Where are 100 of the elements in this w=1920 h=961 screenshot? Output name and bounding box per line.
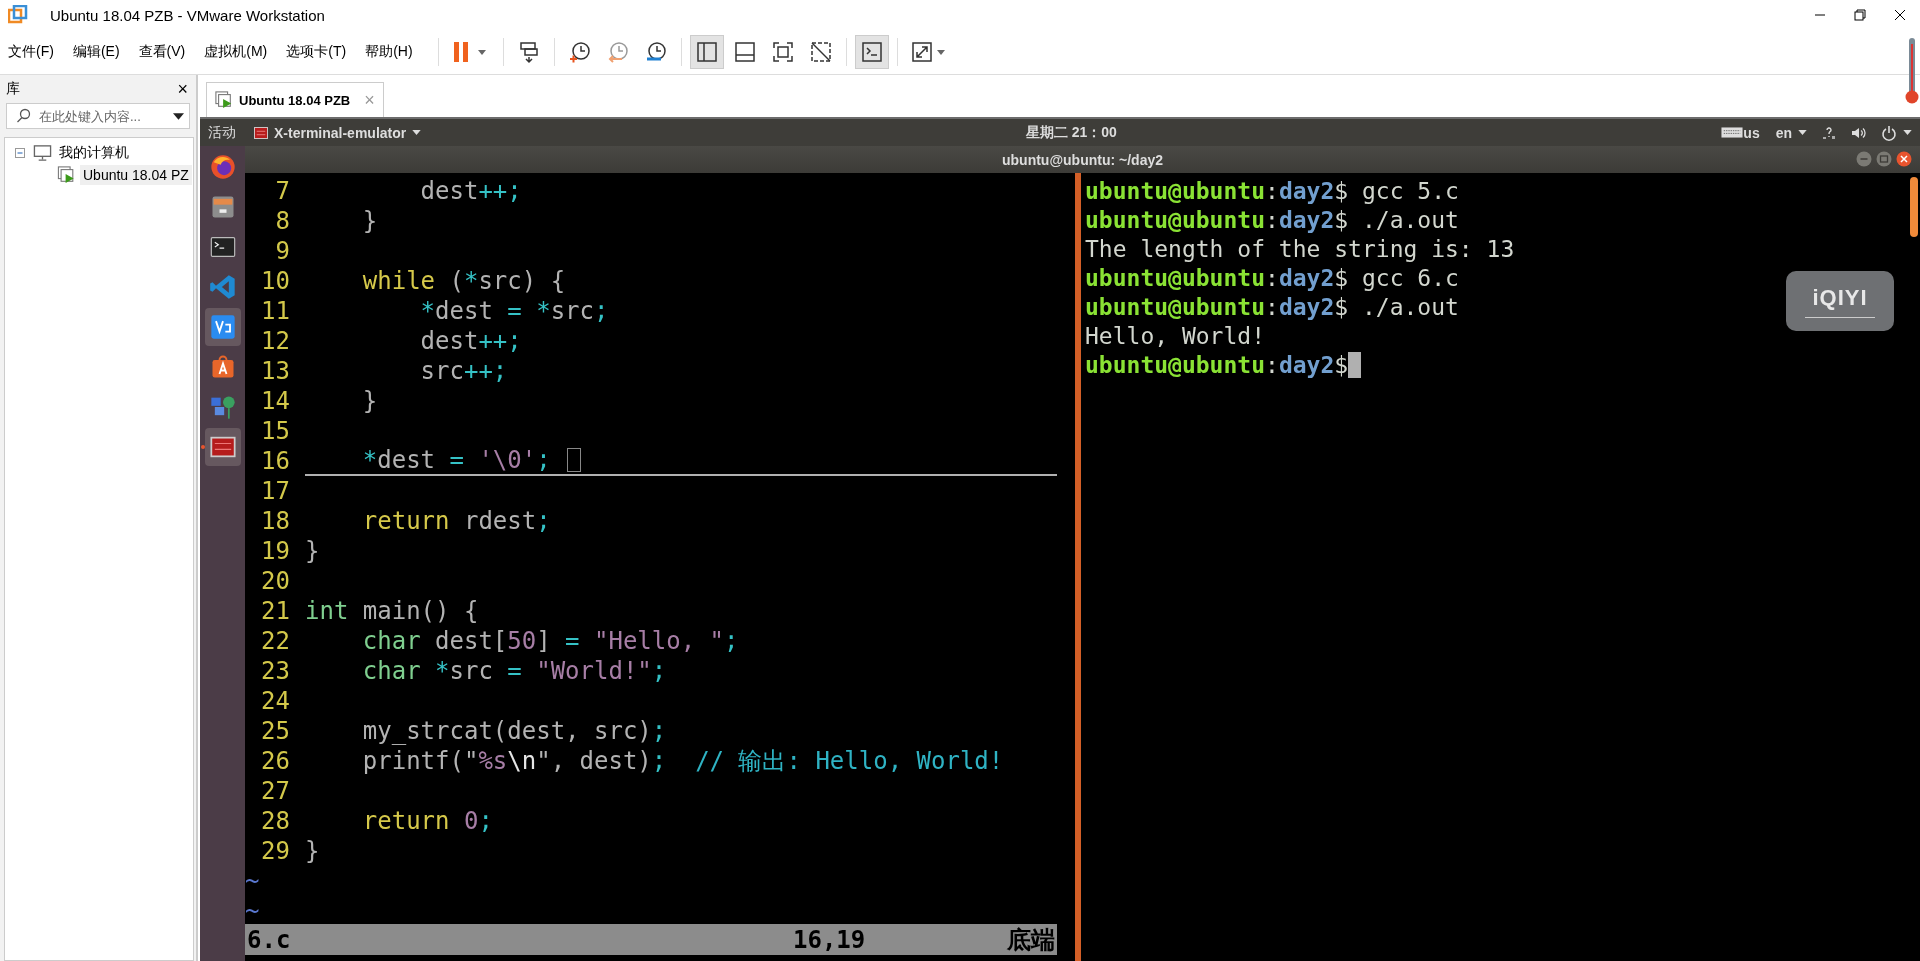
- browser-icon: [208, 153, 237, 181]
- caret-icon: [412, 130, 422, 135]
- power-icon[interactable]: [1881, 124, 1897, 141]
- line-number: 20: [260, 567, 290, 595]
- terminal-line: ubuntu@ubuntu:day2$ gcc 6.c: [1085, 264, 1459, 291]
- line-number: 21: [260, 597, 290, 625]
- collapse-toggle[interactable]: [15, 148, 25, 158]
- keyboard-layout[interactable]: us: [1743, 124, 1760, 141]
- close-button[interactable]: ×: [177, 78, 188, 100]
- line-number: 17: [260, 477, 290, 505]
- line-number: 27: [260, 777, 290, 805]
- scroll-position: 底端: [1007, 924, 1055, 956]
- menu-item[interactable]: 虚拟机(M): [204, 43, 268, 61]
- code-line: char *src = "World!";: [361, 657, 667, 685]
- line-number: 8: [274, 207, 290, 235]
- code-line: }: [305, 537, 320, 565]
- floating-badge[interactable]: iQIYI: [1786, 271, 1894, 331]
- restore-icon[interactable]: [1854, 9, 1866, 21]
- line-number: 26: [260, 747, 290, 775]
- line-number: 28: [260, 807, 290, 835]
- editor-cursor: [566, 448, 581, 472]
- line-number: 18: [260, 507, 290, 535]
- terminal-line: Hello, World!: [1085, 322, 1265, 349]
- line-number: 14: [260, 387, 290, 415]
- tree-item[interactable]: Ubuntu 18.04 PZ: [80, 165, 192, 185]
- line-number: 12: [260, 327, 290, 355]
- line-number: 13: [260, 357, 290, 385]
- terminal-line: ubuntu@ubuntu:day2$ ./a.out: [1085, 206, 1459, 233]
- close-icon[interactable]: [1896, 151, 1912, 167]
- keyboard-icon: [1721, 127, 1744, 138]
- library-title: 库: [6, 80, 20, 98]
- app-menu[interactable]: X-terminal-emulator: [274, 124, 407, 141]
- terminal-icon: [859, 40, 884, 64]
- xterm-launcher[interactable]: [204, 428, 241, 466]
- close-icon[interactable]: [1894, 9, 1906, 21]
- search-field[interactable]: 在此处键入内容...: [6, 103, 190, 129]
- menu-item[interactable]: 编辑(E): [72, 43, 120, 61]
- network-status-icon[interactable]: [1821, 124, 1837, 141]
- minimize-icon[interactable]: [1856, 151, 1872, 167]
- code-line: }: [361, 207, 378, 235]
- library-view-button[interactable]: [689, 35, 724, 69]
- code-line: char dest[50] = "Hello, ";: [361, 627, 739, 655]
- empty-line-marker: ~: [245, 897, 260, 924]
- terminal-line: ubuntu@ubuntu:day2$ gcc 5.c: [1085, 177, 1459, 204]
- vm-icon: [215, 91, 233, 109]
- bottom-panel-icon: [732, 40, 757, 64]
- cursor-position: 16,19: [793, 925, 867, 954]
- gauge-drawing: [1905, 38, 1919, 104]
- code-line: src++;: [419, 357, 508, 385]
- code-line: return rdest;: [361, 507, 551, 535]
- language-menu[interactable]: en: [1775, 124, 1792, 141]
- code-line: dest++;: [419, 177, 522, 205]
- terminal-title: ubuntu@ubuntu: ~/day2: [1002, 151, 1163, 168]
- vm-icon: [57, 166, 76, 184]
- line-number: 24: [260, 687, 290, 715]
- code-line: printf("%s\n", dest); // 输出: Hello, World!: [361, 746, 1004, 777]
- code-line: }: [361, 387, 378, 415]
- tab-label: Ubuntu 18.04 PZB: [239, 92, 351, 108]
- line-number: 29: [260, 837, 290, 865]
- line-number: 16: [260, 447, 290, 475]
- empty-line-marker: ~: [245, 867, 260, 895]
- sidebar-layout-icon: [694, 40, 719, 64]
- line-number: 7: [274, 177, 290, 205]
- computer-icon: [33, 144, 52, 162]
- code-editor-icon: [208, 273, 237, 301]
- tree-item[interactable]: 我的计算机: [56, 142, 132, 164]
- menu-item[interactable]: 查看(V): [138, 43, 186, 61]
- file-name: 6.c: [247, 925, 292, 954]
- menu-item[interactable]: 帮助(H): [365, 43, 413, 61]
- caret-icon: [1903, 130, 1912, 135]
- running-indicator: [200, 445, 205, 449]
- code-line: my_strcat(dest, src);: [361, 717, 667, 745]
- code-line: int main() {: [305, 597, 479, 625]
- vm-tab[interactable]: Ubuntu 18.04 PZB ×: [206, 82, 384, 117]
- line-number: 10: [260, 267, 290, 295]
- terminal-app-icon: [254, 126, 268, 139]
- menu-item[interactable]: 文件(F): [8, 43, 54, 61]
- terminal-line: ubuntu@ubuntu:day2$ ./a.out: [1085, 293, 1459, 320]
- line-number: 22: [260, 627, 290, 655]
- fullscreen-icon: [770, 40, 795, 64]
- activities-button[interactable]: 活动: [208, 123, 236, 142]
- code-line: while (*src) {: [361, 267, 566, 295]
- remote-viewer-icon: [208, 313, 237, 341]
- code-line: *dest = *src;: [419, 297, 609, 325]
- window-title: Ubuntu 18.04 PZB - VMware Workstation: [50, 6, 325, 24]
- vmware-logo-icon: [8, 5, 28, 25]
- clock[interactable]: 星期二 21：00: [1025, 123, 1117, 142]
- code-line: }: [305, 837, 320, 865]
- caret-icon: [1798, 130, 1807, 135]
- line-number: 9: [274, 237, 290, 265]
- menu-item[interactable]: 选项卡(T): [286, 43, 347, 61]
- terminal-line: The length of the string is: 13: [1085, 235, 1515, 262]
- line-number: 19: [260, 537, 290, 565]
- console-button[interactable]: [854, 35, 889, 69]
- vnc-launcher[interactable]: [204, 308, 241, 346]
- dropdown-arrow-icon[interactable]: [173, 113, 184, 120]
- terminal-line: ubuntu@ubuntu:day2$: [1085, 351, 1349, 378]
- line-number: 11: [260, 297, 290, 325]
- code-line: dest++;: [419, 327, 522, 355]
- line-number: 25: [260, 717, 290, 745]
